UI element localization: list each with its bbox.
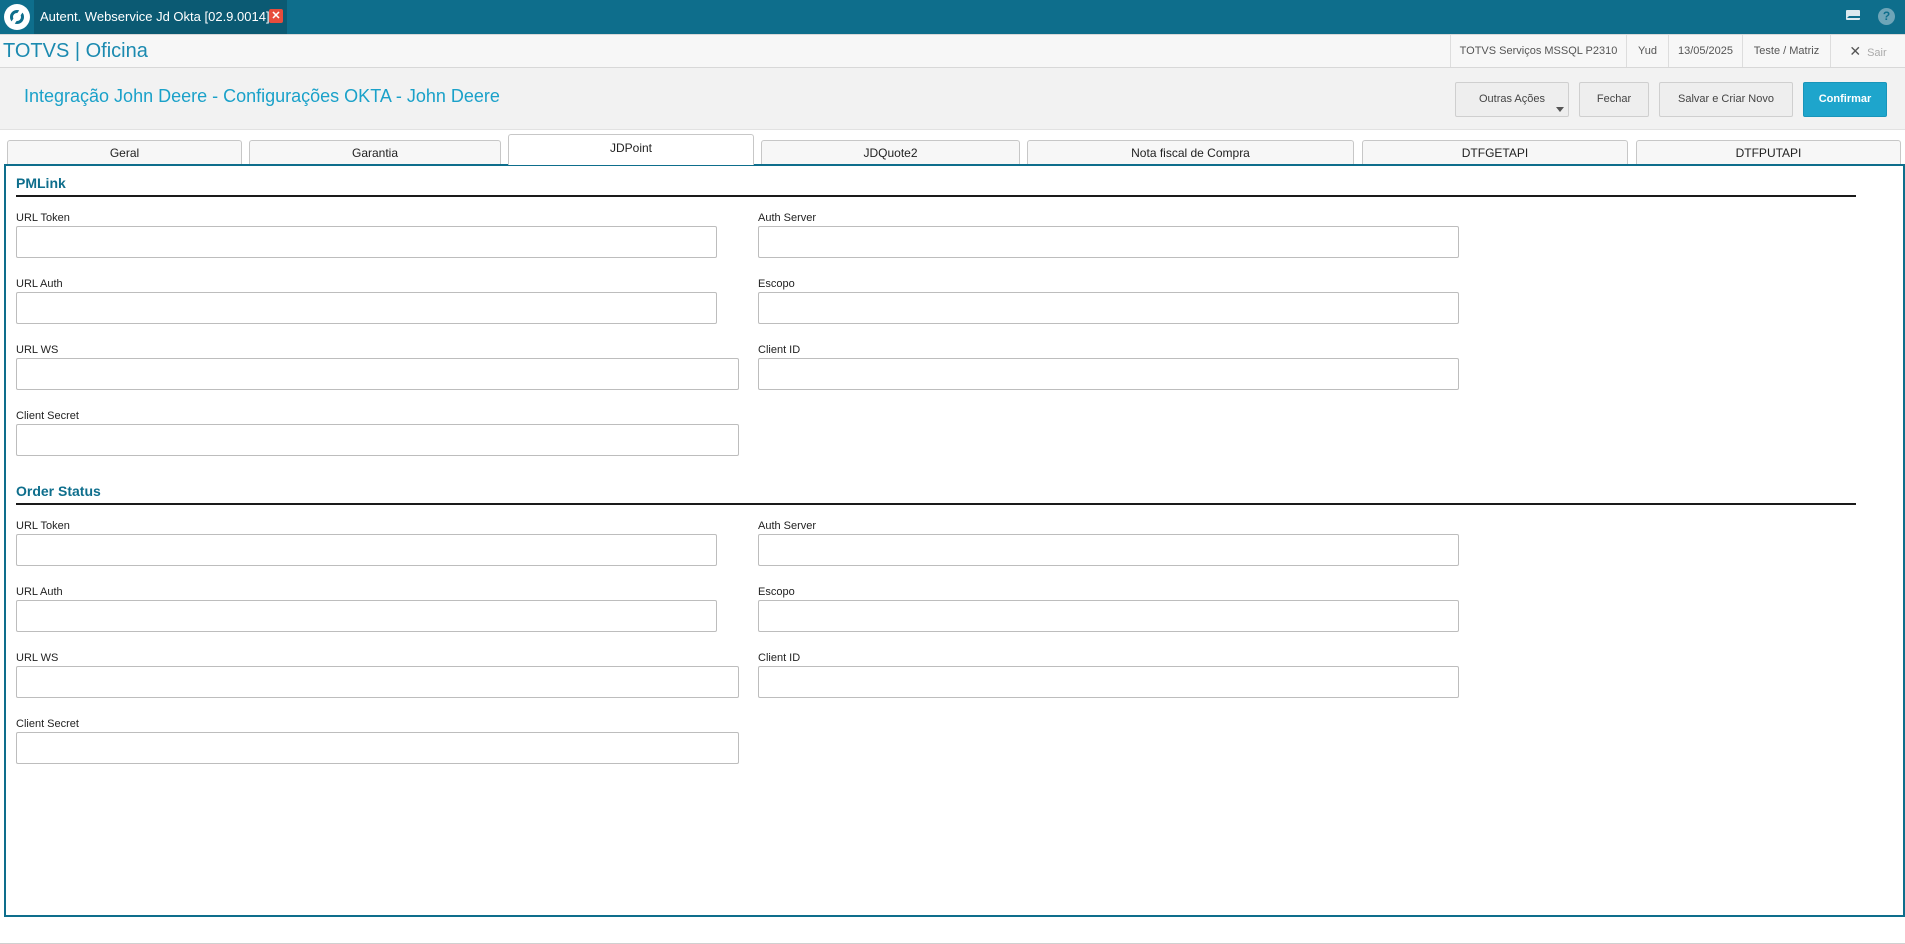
- order-status-escopo-label: Escopo: [758, 586, 795, 598]
- help-icon[interactable]: ?: [1878, 8, 1895, 25]
- order-status-url-auth-input[interactable]: [16, 600, 717, 632]
- save-and-new-button[interactable]: Salvar e Criar Novo: [1659, 82, 1793, 117]
- pmlink-client-secret-input[interactable]: [16, 424, 739, 456]
- pmlink-client-id-label: Client ID: [758, 344, 801, 356]
- page-title: Integração John Deere - Configurações OK…: [24, 86, 500, 106]
- tab-geral[interactable]: Geral: [7, 140, 242, 165]
- tab-jdpoint[interactable]: JDPoint: [508, 134, 754, 165]
- other-actions-button[interactable]: Outras Ações: [1455, 82, 1569, 117]
- order-status-auth-server-label: Auth Server: [758, 520, 817, 532]
- pmlink-url-auth-label: URL Auth: [16, 278, 63, 290]
- order-status-url-token-label: URL Token: [16, 520, 70, 532]
- exit-label: Sair: [1867, 47, 1887, 59]
- tab-dtfgetapi[interactable]: DTFGETAPI: [1362, 140, 1628, 165]
- pmlink-escopo-input[interactable]: [758, 292, 1459, 324]
- pmlink-client-secret-label: Client Secret: [16, 410, 79, 422]
- close-button[interactable]: Fechar: [1579, 82, 1649, 117]
- pmlink-url-auth-input[interactable]: [16, 292, 717, 324]
- environment-info: TOTVS Serviços MSSQL P2310: [1450, 35, 1626, 67]
- pmlink-auth-server-label: Auth Server: [758, 212, 817, 224]
- order-status-client-secret-label: Client Secret: [16, 718, 79, 730]
- pmlink-url-ws-input[interactable]: [16, 358, 739, 390]
- exit-button[interactable]: ✕ Sair: [1830, 35, 1905, 67]
- pmlink-url-ws-label: URL WS: [16, 344, 59, 356]
- title-bar: Autent. Webservice Jd Okta [02.9.0014] ✕…: [0, 0, 1905, 34]
- window-tab-label: Autent. Webservice Jd Okta [02.9.0014]: [40, 9, 270, 24]
- close-icon: ✕: [1849, 43, 1862, 59]
- tab-jdquote2[interactable]: JDQuote2: [761, 140, 1020, 165]
- pmlink-url-token-label: URL Token: [16, 212, 70, 224]
- pmlink-auth-server-input[interactable]: [758, 226, 1459, 258]
- other-actions-label: Outras Ações: [1478, 93, 1546, 105]
- close-icon[interactable]: ✕: [269, 9, 283, 23]
- mail-icon[interactable]: [1836, 0, 1870, 34]
- dropdown-caret-icon: [1556, 107, 1564, 112]
- branch-info: Teste / Matriz: [1742, 35, 1830, 67]
- date-info: 13/05/2025: [1668, 35, 1742, 67]
- order-status-client-id-label: Client ID: [758, 652, 801, 664]
- totvs-logo-icon: [4, 4, 30, 30]
- user-info: Yud: [1626, 35, 1668, 67]
- pmlink-escopo-label: Escopo: [758, 278, 795, 290]
- section-title-order-status: Order Status: [16, 483, 101, 499]
- pmlink-url-token-input[interactable]: [16, 226, 717, 258]
- brand-title: TOTVS | Oficina: [3, 40, 148, 62]
- order-status-auth-server-input[interactable]: [758, 534, 1459, 566]
- order-status-escopo-input[interactable]: [758, 600, 1459, 632]
- tab-content-panel: PMLink URL Token Auth Server URL Auth Es…: [4, 164, 1905, 917]
- order-status-url-auth-label: URL Auth: [16, 586, 63, 598]
- order-status-client-secret-input[interactable]: [16, 732, 739, 764]
- order-status-url-token-input[interactable]: [16, 534, 717, 566]
- section-divider: [16, 195, 1856, 197]
- tab-nota-fiscal-compra[interactable]: Nota fiscal de Compra: [1027, 140, 1354, 165]
- order-status-url-ws-label: URL WS: [16, 652, 59, 664]
- tab-garantia[interactable]: Garantia: [249, 140, 501, 165]
- pmlink-client-id-input[interactable]: [758, 358, 1459, 390]
- page-header: Integração John Deere - Configurações OK…: [0, 68, 1905, 130]
- order-status-client-id-input[interactable]: [758, 666, 1459, 698]
- order-status-url-ws-input[interactable]: [16, 666, 739, 698]
- section-title-pmlink: PMLink: [16, 175, 66, 191]
- tab-dtfputapi[interactable]: DTFPUTAPI: [1636, 140, 1901, 165]
- section-divider: [16, 503, 1856, 505]
- confirm-button[interactable]: Confirmar: [1803, 82, 1887, 117]
- app-bar: TOTVS | Oficina TOTVS Serviços MSSQL P23…: [0, 34, 1905, 68]
